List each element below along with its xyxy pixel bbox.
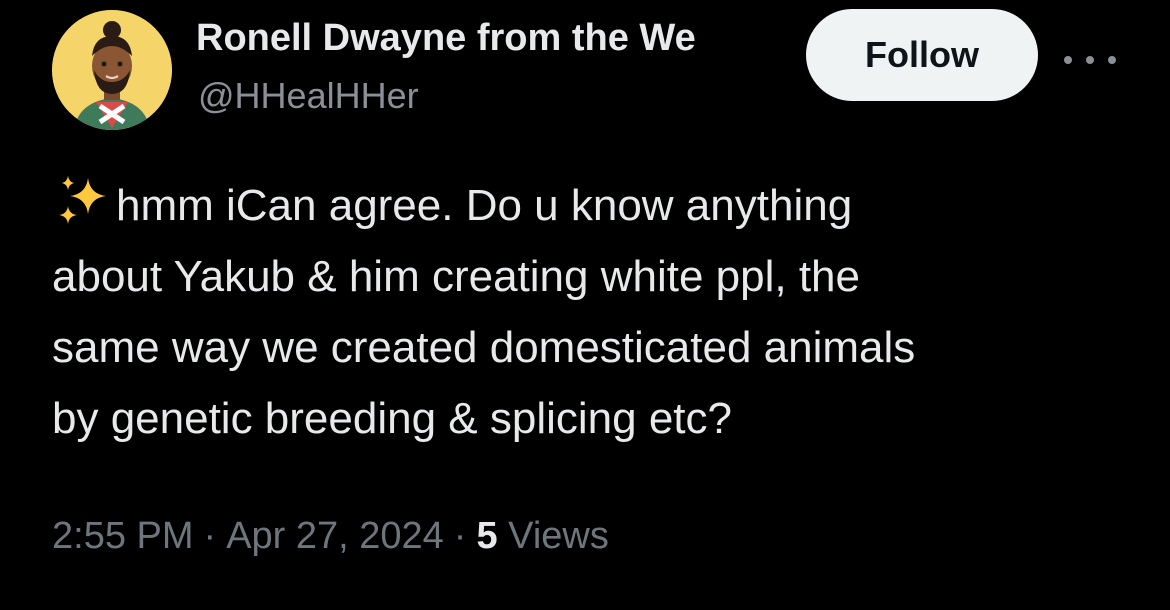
tweet-line: by genetic breeding & splicing etc? bbox=[52, 394, 732, 443]
memoji-avatar-icon bbox=[52, 10, 172, 130]
tweet-line: about Yakub & him creating white ppl, th… bbox=[52, 252, 860, 301]
avatar[interactable] bbox=[52, 10, 172, 130]
separator: · bbox=[203, 515, 217, 557]
views-label[interactable]: Views bbox=[508, 515, 609, 557]
more-options-button[interactable] bbox=[1060, 40, 1120, 80]
tweet-line-text: hmm iCan agree. Do u know anything bbox=[116, 181, 853, 230]
author-display-name[interactable]: Ronell Dwayne from the We bbox=[196, 14, 786, 62]
more-dot bbox=[1108, 56, 1116, 64]
more-dot bbox=[1086, 56, 1094, 64]
separator: · bbox=[453, 515, 467, 557]
tweet-line: hmm iCan agree. Do u know anything bbox=[52, 170, 1132, 241]
author-handle[interactable]: @HHealHHer bbox=[198, 74, 419, 118]
tweet-time[interactable]: 2:55 PM bbox=[52, 515, 194, 557]
tweet-line: same way we created domesticated animals bbox=[52, 323, 916, 372]
more-dot bbox=[1064, 56, 1072, 64]
tweet-meta: 2:55 PM · Apr 27, 2024 · 5 Views bbox=[52, 512, 609, 560]
follow-button[interactable]: Follow bbox=[806, 9, 1038, 101]
tweet-date[interactable]: Apr 27, 2024 bbox=[226, 515, 444, 557]
tweet-text: hmm iCan agree. Do u know anything about… bbox=[52, 170, 1132, 454]
views-count[interactable]: 5 bbox=[476, 515, 497, 557]
sparkles-icon bbox=[52, 172, 116, 232]
